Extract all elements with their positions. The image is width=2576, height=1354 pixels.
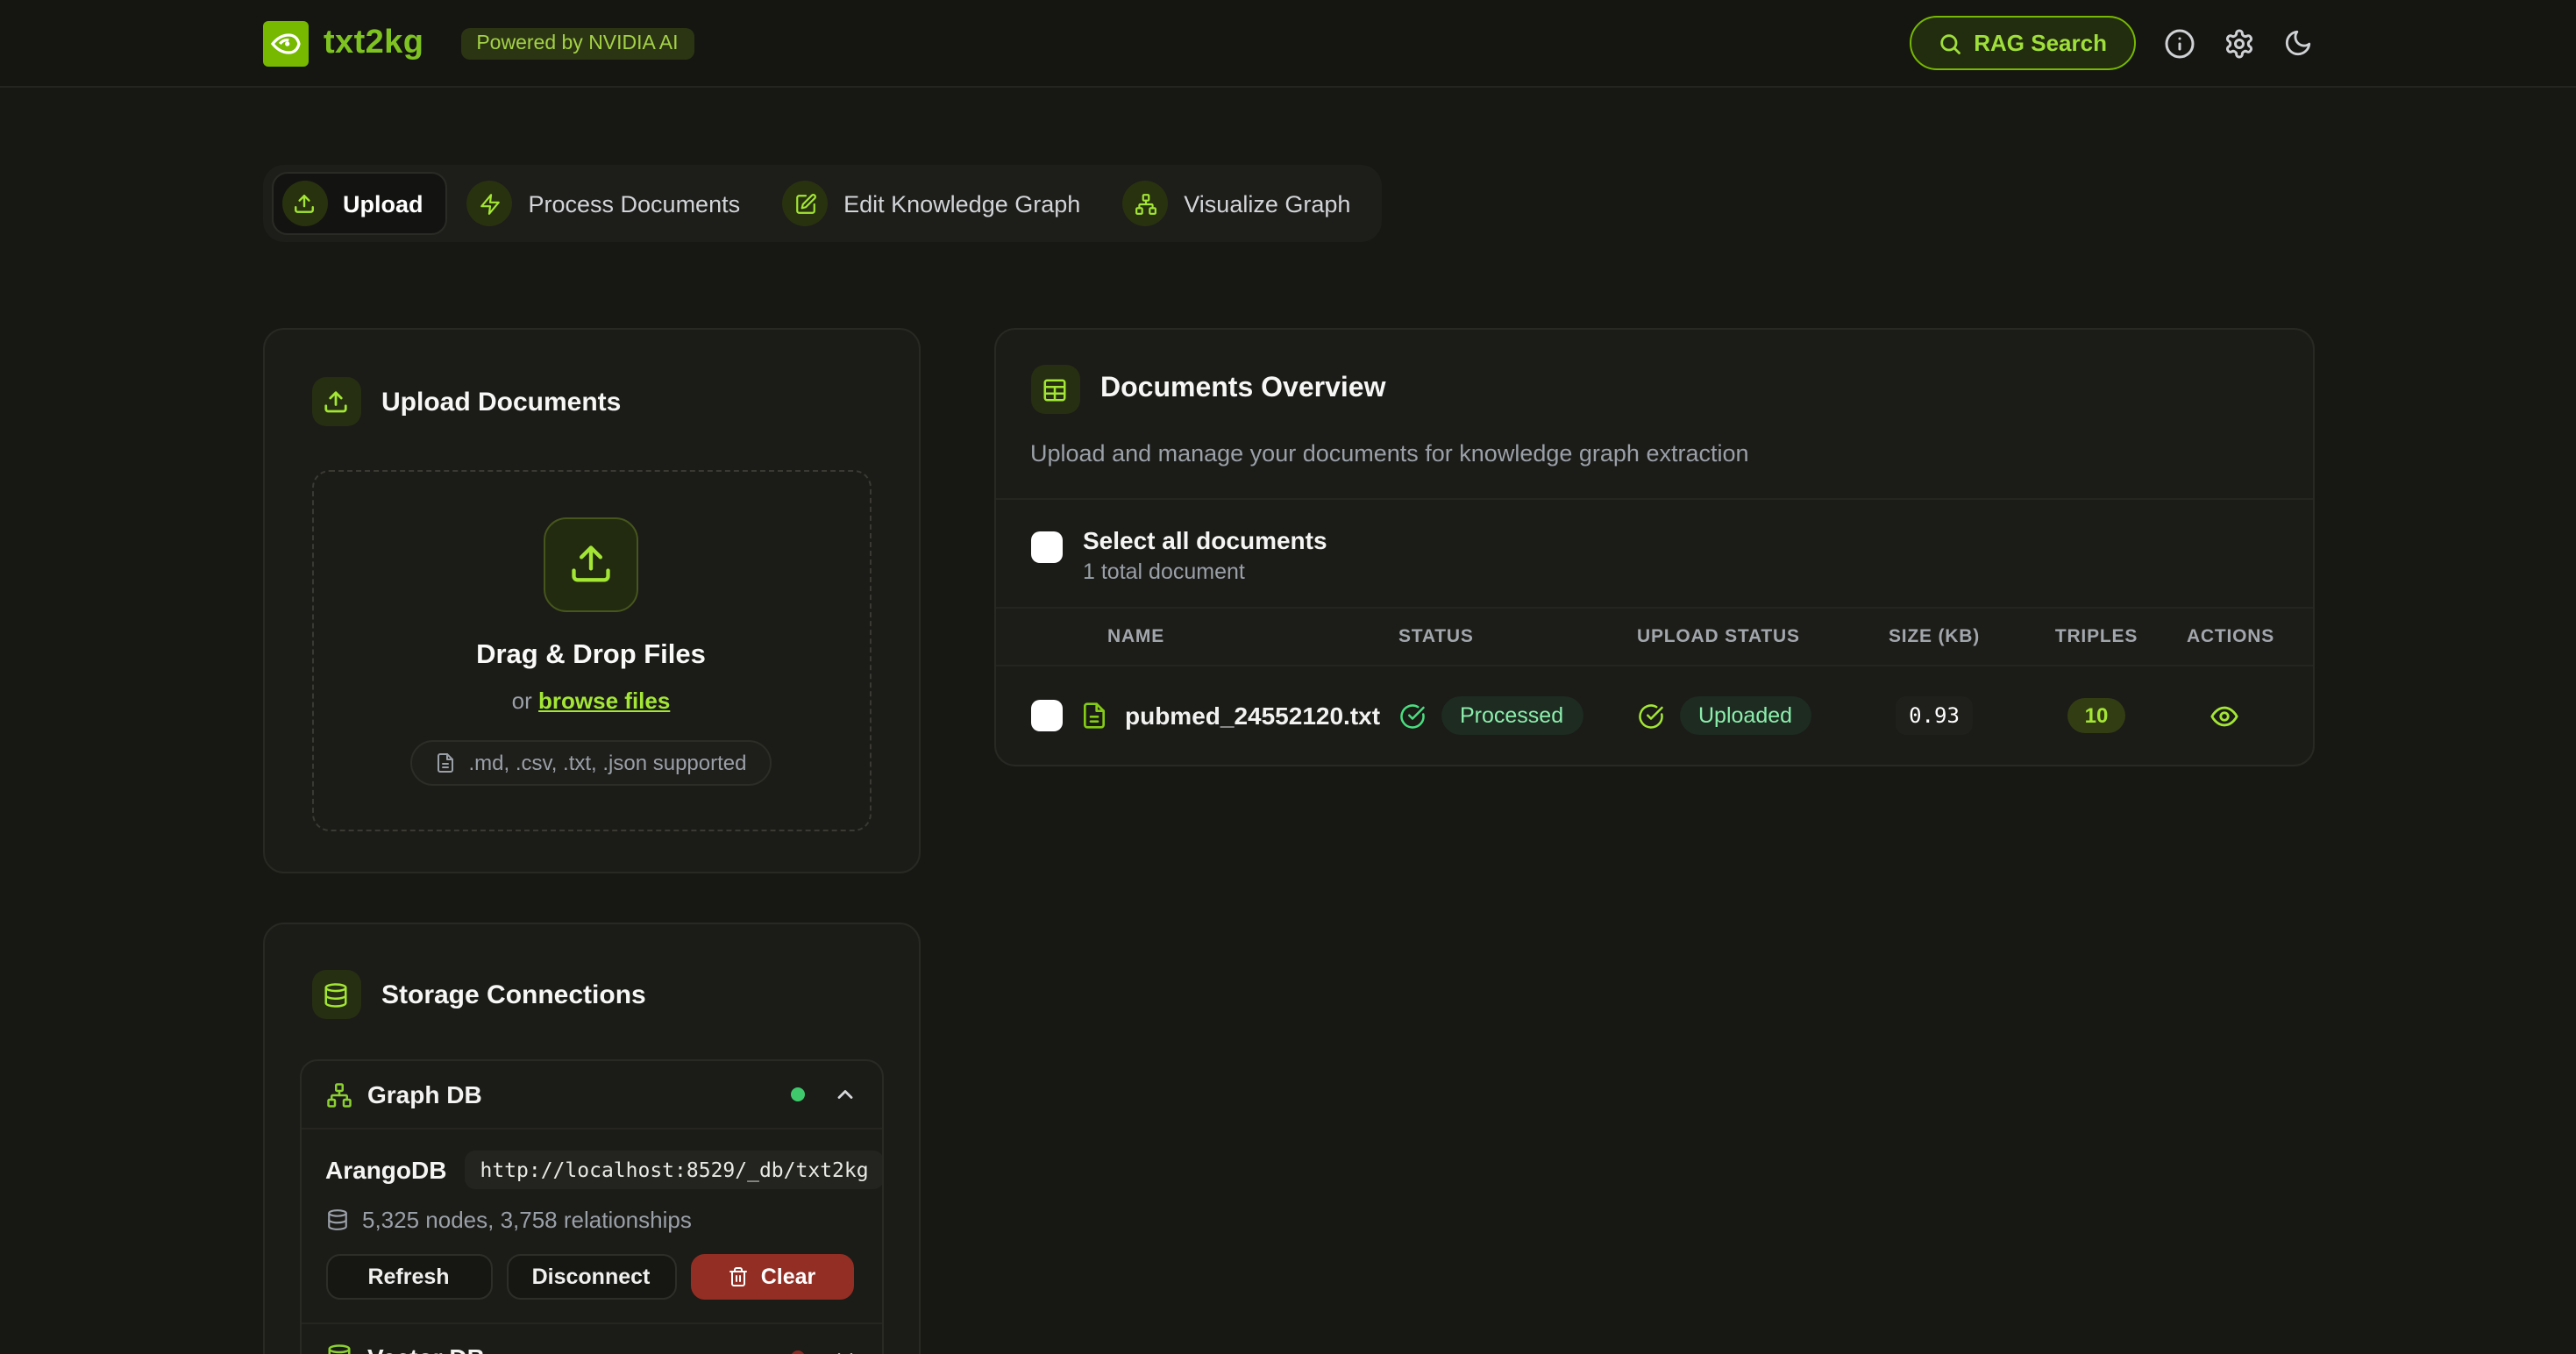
- chevron-up-icon: [832, 1082, 857, 1107]
- column-header-upload-status: UPLOAD STATUS: [1637, 626, 1860, 647]
- rag-search-label: RAG Search: [1974, 30, 2107, 56]
- upload-status-badge: Uploaded: [1679, 696, 1811, 735]
- browse-files-link[interactable]: browse files: [538, 687, 670, 713]
- documents-panel-title: Documents Overview: [1100, 374, 1385, 405]
- logo: txt2kg Powered by NVIDIA AI: [262, 20, 694, 66]
- select-all-checkbox[interactable]: [1030, 531, 1062, 563]
- graph-db-details: ArangoDB http://localhost:8529/_db/txt2k…: [301, 1128, 881, 1322]
- table-row: pubmed_24552120.txt Processed Uploaded: [995, 666, 2312, 765]
- clear-label: Clear: [761, 1265, 816, 1289]
- upload-icon: [281, 181, 327, 226]
- trash-icon: [728, 1266, 749, 1287]
- table-icon: [1030, 365, 1079, 414]
- status-badge: Processed: [1441, 696, 1583, 735]
- database-icon: [325, 1208, 348, 1231]
- tab-label: Edit Knowledge Graph: [843, 190, 1080, 217]
- graph-db-stats: 5,325 nodes, 3,758 relationships: [362, 1207, 692, 1233]
- tab-label: Visualize Graph: [1184, 190, 1350, 217]
- powered-badge: Powered by NVIDIA AI: [460, 27, 694, 59]
- network-icon: [1122, 181, 1168, 226]
- table-header: NAME STATUS UPLOAD STATUS SIZE (KB) TRIP…: [995, 607, 2312, 666]
- graph-db-url: http://localhost:8529/_db/txt2kg: [464, 1151, 883, 1189]
- dropzone[interactable]: Drag & Drop Files or browse files .md, .…: [311, 470, 871, 831]
- supported-formats-label: .md, .csv, .txt, .json supported: [468, 750, 746, 774]
- network-icon: [325, 1081, 352, 1108]
- check-circle-icon: [1637, 702, 1663, 729]
- column-header-name: NAME: [1030, 626, 1398, 647]
- main-tabbar: Upload Process Documents Edit Knowledge …: [262, 165, 1382, 242]
- edit-icon: [782, 181, 828, 226]
- row-checkbox[interactable]: [1030, 700, 1062, 731]
- disconnect-button[interactable]: Disconnect: [506, 1254, 676, 1300]
- tab-process-documents[interactable]: Process Documents: [459, 174, 764, 233]
- vector-db-label: Vector DB: [367, 1343, 485, 1354]
- column-header-triples: TRIPLES: [2009, 626, 2184, 647]
- upload-documents-card: Upload Documents Drag & Drop Files or br…: [262, 328, 920, 873]
- database-icon: [311, 970, 360, 1019]
- gear-icon[interactable]: [2223, 27, 2254, 59]
- or-label: or: [512, 687, 532, 713]
- check-circle-icon: [1398, 702, 1425, 729]
- refresh-button[interactable]: Refresh: [325, 1254, 492, 1300]
- column-header-actions: ACTIONS: [2184, 626, 2277, 647]
- graph-db-header[interactable]: Graph DB: [301, 1061, 881, 1128]
- txt2kg-app: txt2kg Powered by NVIDIA AI RAG Search: [0, 0, 2576, 1354]
- clear-button[interactable]: Clear: [690, 1254, 853, 1300]
- triples-badge: 10: [2067, 698, 2126, 733]
- documents-panel-subtitle: Upload and manage your documents for kno…: [1030, 440, 2277, 467]
- file-text-icon: [1079, 702, 1107, 730]
- graph-db-provider: ArangoDB: [325, 1156, 446, 1184]
- rag-search-button[interactable]: RAG Search: [1909, 16, 2135, 70]
- info-icon[interactable]: [2163, 27, 2195, 59]
- search-icon: [1937, 31, 1961, 55]
- app-title: txt2kg: [324, 24, 423, 62]
- moon-icon[interactable]: [2282, 27, 2314, 59]
- chevron-down-icon: [832, 1344, 857, 1354]
- vector-db-header[interactable]: Vector DB: [301, 1322, 881, 1354]
- tab-visualize-graph[interactable]: Visualize Graph: [1114, 174, 1373, 233]
- total-documents-label: 1 total document: [1083, 559, 1327, 584]
- disconnected-status-dot: [790, 1350, 804, 1354]
- database-icon: [325, 1343, 352, 1354]
- storage-connections-card: Storage Connections Graph DB: [262, 923, 920, 1354]
- db-connections-panel: Graph DB ArangoDB http://lo: [299, 1059, 883, 1354]
- dropzone-title: Drag & Drop Files: [476, 639, 706, 671]
- size-value: 0.93: [1895, 696, 1974, 735]
- file-icon: [435, 752, 456, 773]
- nvidia-logo-icon: [262, 20, 308, 66]
- upload-icon: [311, 377, 360, 426]
- column-header-size: SIZE (KB): [1860, 626, 2009, 647]
- connected-status-dot: [790, 1087, 804, 1101]
- zap-icon: [467, 181, 513, 226]
- graph-db-label: Graph DB: [367, 1080, 482, 1108]
- document-name: pubmed_24552120.txt: [1125, 702, 1380, 730]
- eye-icon[interactable]: [2209, 701, 2238, 730]
- upload-icon: [544, 517, 638, 611]
- column-header-status: STATUS: [1398, 626, 1637, 647]
- select-all-label: Select all documents: [1083, 526, 1327, 554]
- documents-overview-panel: Documents Overview Upload and manage you…: [993, 328, 2314, 766]
- app-header: txt2kg Powered by NVIDIA AI RAG Search: [0, 0, 2576, 88]
- tab-edit-knowledge-graph[interactable]: Edit Knowledge Graph: [773, 174, 1103, 233]
- tab-label: Process Documents: [529, 190, 741, 217]
- storage-card-title: Storage Connections: [381, 980, 646, 1009]
- supported-formats-pill: .md, .csv, .txt, .json supported: [410, 739, 771, 785]
- upload-card-title: Upload Documents: [381, 387, 621, 417]
- tab-upload[interactable]: Upload: [271, 172, 448, 235]
- tab-label: Upload: [343, 190, 423, 217]
